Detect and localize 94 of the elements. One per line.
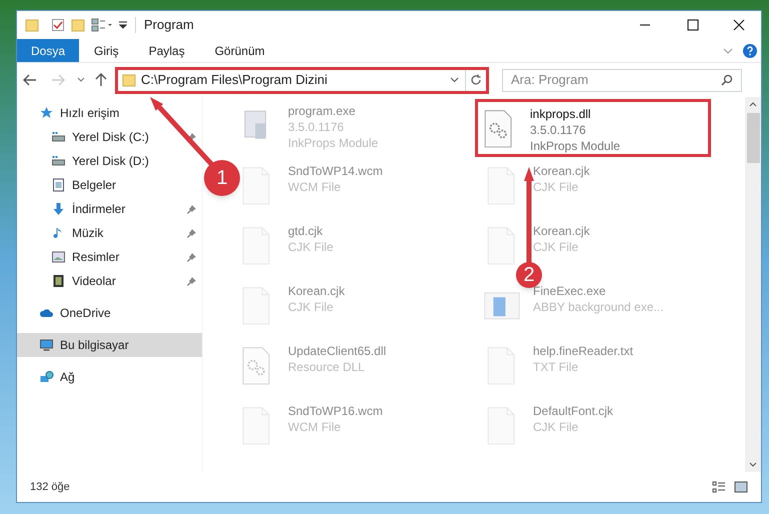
file-detail: CJK File bbox=[533, 179, 580, 195]
sidebar-item[interactable]: Videolar bbox=[17, 269, 202, 293]
folder-icon bbox=[122, 73, 136, 87]
search-icon bbox=[721, 74, 733, 86]
sidebar-label: Resimler bbox=[72, 249, 120, 266]
pin-icon[interactable] bbox=[187, 228, 196, 238]
file-name: help.fineReader.txt bbox=[533, 343, 634, 359]
file-detail: WCM File bbox=[288, 419, 342, 435]
up-arrow-icon[interactable] bbox=[95, 73, 107, 87]
star-icon bbox=[39, 106, 54, 120]
sidebar-label: Hızlı erişim bbox=[60, 105, 120, 122]
sidebar-item[interactable]: Hızlı erişim bbox=[17, 101, 126, 125]
file-detail: WCM File bbox=[288, 179, 342, 195]
address-path: C:\Program Files\Program Dizini bbox=[141, 71, 328, 90]
search-field[interactable]: Ara: Program bbox=[502, 68, 742, 92]
refresh-icon[interactable] bbox=[470, 74, 482, 86]
file-name: Korean.cjk bbox=[533, 163, 590, 179]
sidebar-item[interactable]: Müzik bbox=[17, 221, 202, 245]
sidebar-label: Belgeler bbox=[72, 177, 118, 194]
close-icon[interactable] bbox=[733, 19, 745, 31]
window-title: Program bbox=[144, 16, 194, 34]
recent-dropdown-icon[interactable] bbox=[77, 77, 85, 83]
ribbon-tab[interactable]: Dosya bbox=[17, 39, 80, 62]
details-view-icon[interactable] bbox=[712, 481, 726, 493]
file-detail: CJK File bbox=[288, 299, 334, 315]
sidebar-item[interactable]: OneDrive bbox=[17, 301, 117, 325]
sidebar-label: Müzik bbox=[72, 225, 104, 242]
file-name: SndToWP16.wcm bbox=[288, 403, 383, 419]
file-detail: CJK File bbox=[288, 239, 334, 255]
pin-icon[interactable] bbox=[187, 204, 196, 214]
sidebar-label: İndirmeler bbox=[72, 201, 126, 218]
file-detail: InkProps Module bbox=[288, 135, 378, 151]
pin-icon[interactable] bbox=[187, 276, 196, 286]
dropdown-icon[interactable] bbox=[450, 77, 459, 83]
file-name: SndToWP14.wcm bbox=[288, 163, 383, 179]
sidebar-item[interactable]: Yerel Disk (C:) bbox=[17, 125, 202, 149]
maximize-icon[interactable] bbox=[687, 19, 699, 31]
file-name: Korean.cjk bbox=[288, 283, 345, 299]
file-name: Korean.cjk bbox=[533, 223, 590, 239]
file-detail: 3.5.0.1176 bbox=[530, 122, 587, 138]
ribbon-tab[interactable]: Paylaş bbox=[134, 39, 200, 62]
scroll-down-icon[interactable] bbox=[749, 462, 757, 468]
pc-icon bbox=[39, 338, 54, 352]
file-detail: CJK File bbox=[533, 239, 580, 255]
pin-icon[interactable] bbox=[187, 132, 196, 142]
sidebar-item[interactable]: Belgeler bbox=[17, 173, 202, 197]
sidebar-item[interactable]: Ağ bbox=[17, 365, 81, 389]
help-icon[interactable] bbox=[743, 44, 757, 58]
file-name: gtd.cjk bbox=[288, 223, 324, 239]
file-name: program.exe bbox=[288, 103, 356, 119]
download-icon bbox=[51, 202, 66, 216]
sidebar-item[interactable]: Yerel Disk (D:) bbox=[17, 149, 202, 173]
properties-icon[interactable] bbox=[51, 18, 65, 32]
item-count: 132 öğe bbox=[30, 480, 70, 495]
docs-icon bbox=[51, 178, 66, 192]
scroll-up-icon[interactable] bbox=[749, 101, 757, 107]
address-bar[interactable]: C:\Program Files\Program Dizini bbox=[115, 66, 489, 94]
sidebar-item[interactable]: Resimler bbox=[17, 245, 202, 269]
sidebar-label: Bu bilgisayar bbox=[60, 337, 130, 354]
file-item[interactable]: inkprops.dll 3.5.0.1176 InkProps Module bbox=[475, 99, 711, 157]
pin-icon[interactable] bbox=[187, 252, 196, 262]
expand-ribbon-icon[interactable] bbox=[723, 48, 733, 54]
file-detail: TXT File bbox=[533, 359, 580, 375]
scrollbar[interactable] bbox=[745, 97, 761, 472]
sidebar-label: Yerel Disk (C:) bbox=[72, 129, 150, 146]
sidebar-label: Videolar bbox=[72, 273, 117, 290]
file-name: DefaultFont.cjk bbox=[533, 403, 614, 419]
search-placeholder: Ara: Program bbox=[511, 71, 590, 90]
ribbon-tab[interactable]: Giriş bbox=[79, 39, 134, 62]
file-detail: CJK File bbox=[533, 419, 580, 435]
sidebar-label: Yerel Disk (D:) bbox=[72, 153, 150, 170]
drive-icon bbox=[51, 154, 66, 168]
ribbon-tab[interactable]: Görünüm bbox=[200, 39, 280, 62]
sidebar-item[interactable]: İndirmeler bbox=[17, 197, 202, 221]
drive-icon bbox=[51, 130, 66, 144]
dropdown-icon[interactable] bbox=[119, 21, 127, 29]
file-detail: ABBY background exe... bbox=[533, 299, 664, 315]
network-icon bbox=[39, 370, 54, 384]
sidebar-item[interactable]: Bu bilgisayar bbox=[17, 333, 202, 357]
scroll-thumb[interactable] bbox=[746, 113, 760, 163]
file-name: UpdateClient65.dll bbox=[288, 343, 386, 359]
view-icon[interactable] bbox=[91, 18, 113, 32]
file-detail: 3.5.0.1176 bbox=[288, 119, 345, 135]
large-icons-view-icon[interactable] bbox=[734, 481, 748, 493]
file-name: inkprops.dll bbox=[530, 106, 592, 122]
folder-icon[interactable] bbox=[25, 18, 39, 32]
sidebar-label: Ağ bbox=[60, 369, 75, 386]
back-arrow-icon[interactable] bbox=[23, 74, 37, 86]
video-icon bbox=[51, 274, 66, 288]
pictures-icon bbox=[51, 250, 66, 264]
new-folder-icon[interactable] bbox=[71, 18, 85, 32]
sidebar-label: OneDrive bbox=[60, 305, 111, 322]
file-detail: Resource DLL bbox=[288, 359, 366, 375]
file-detail: InkProps Module bbox=[530, 138, 620, 154]
